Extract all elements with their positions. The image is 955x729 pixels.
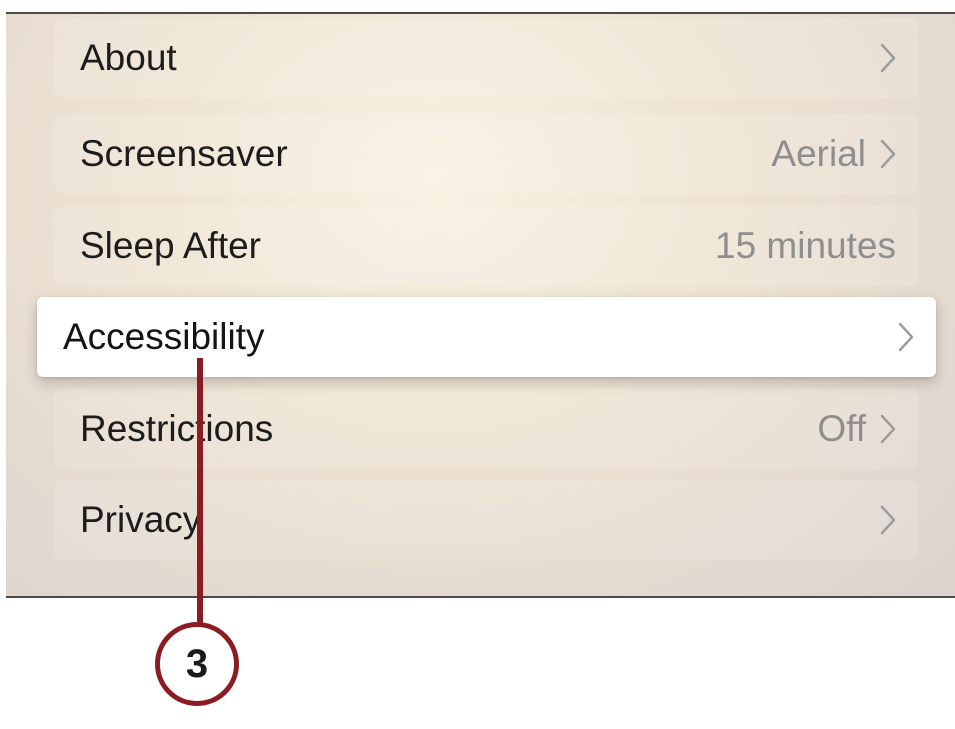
- chevron-right-icon: [880, 43, 896, 73]
- settings-item-accessory: [880, 43, 896, 73]
- settings-item-about[interactable]: About: [54, 18, 918, 98]
- settings-item-sleep-after[interactable]: Sleep After 15 minutes: [54, 206, 918, 286]
- chevron-right-icon: [880, 139, 896, 169]
- settings-item-value: 15 minutes: [715, 225, 896, 266]
- chevron-right-icon: [898, 322, 914, 352]
- callout-number: 3: [185, 642, 209, 686]
- settings-item-accessory: Aerial: [771, 133, 896, 175]
- settings-item-accessibility[interactable]: Accessibility: [37, 297, 936, 377]
- callout-line: [197, 358, 203, 626]
- settings-item-accessory: 15 minutes: [715, 225, 896, 267]
- settings-item-label: Accessibility: [63, 316, 265, 357]
- settings-item-restrictions[interactable]: Restrictions Off: [54, 389, 918, 469]
- settings-item-value: Aerial: [771, 133, 866, 174]
- settings-item-accessory: [880, 505, 896, 535]
- settings-item-label: About: [80, 37, 177, 78]
- settings-item-label: Restrictions: [80, 408, 274, 449]
- chevron-right-icon: [880, 414, 896, 444]
- callout-badge: 3: [155, 622, 239, 706]
- settings-item-value: Off: [817, 408, 866, 449]
- settings-item-accessory: Off: [817, 408, 896, 450]
- settings-item-label: Privacy: [80, 499, 202, 540]
- settings-item-privacy[interactable]: Privacy: [54, 480, 918, 560]
- settings-screen: About Screensaver Aerial Sleep After 15 …: [6, 12, 955, 598]
- chevron-right-icon: [880, 505, 896, 535]
- settings-item-accessory: [898, 322, 914, 352]
- settings-item-screensaver[interactable]: Screensaver Aerial: [54, 114, 918, 194]
- settings-item-label: Screensaver: [80, 133, 288, 174]
- settings-item-label: Sleep After: [80, 225, 262, 266]
